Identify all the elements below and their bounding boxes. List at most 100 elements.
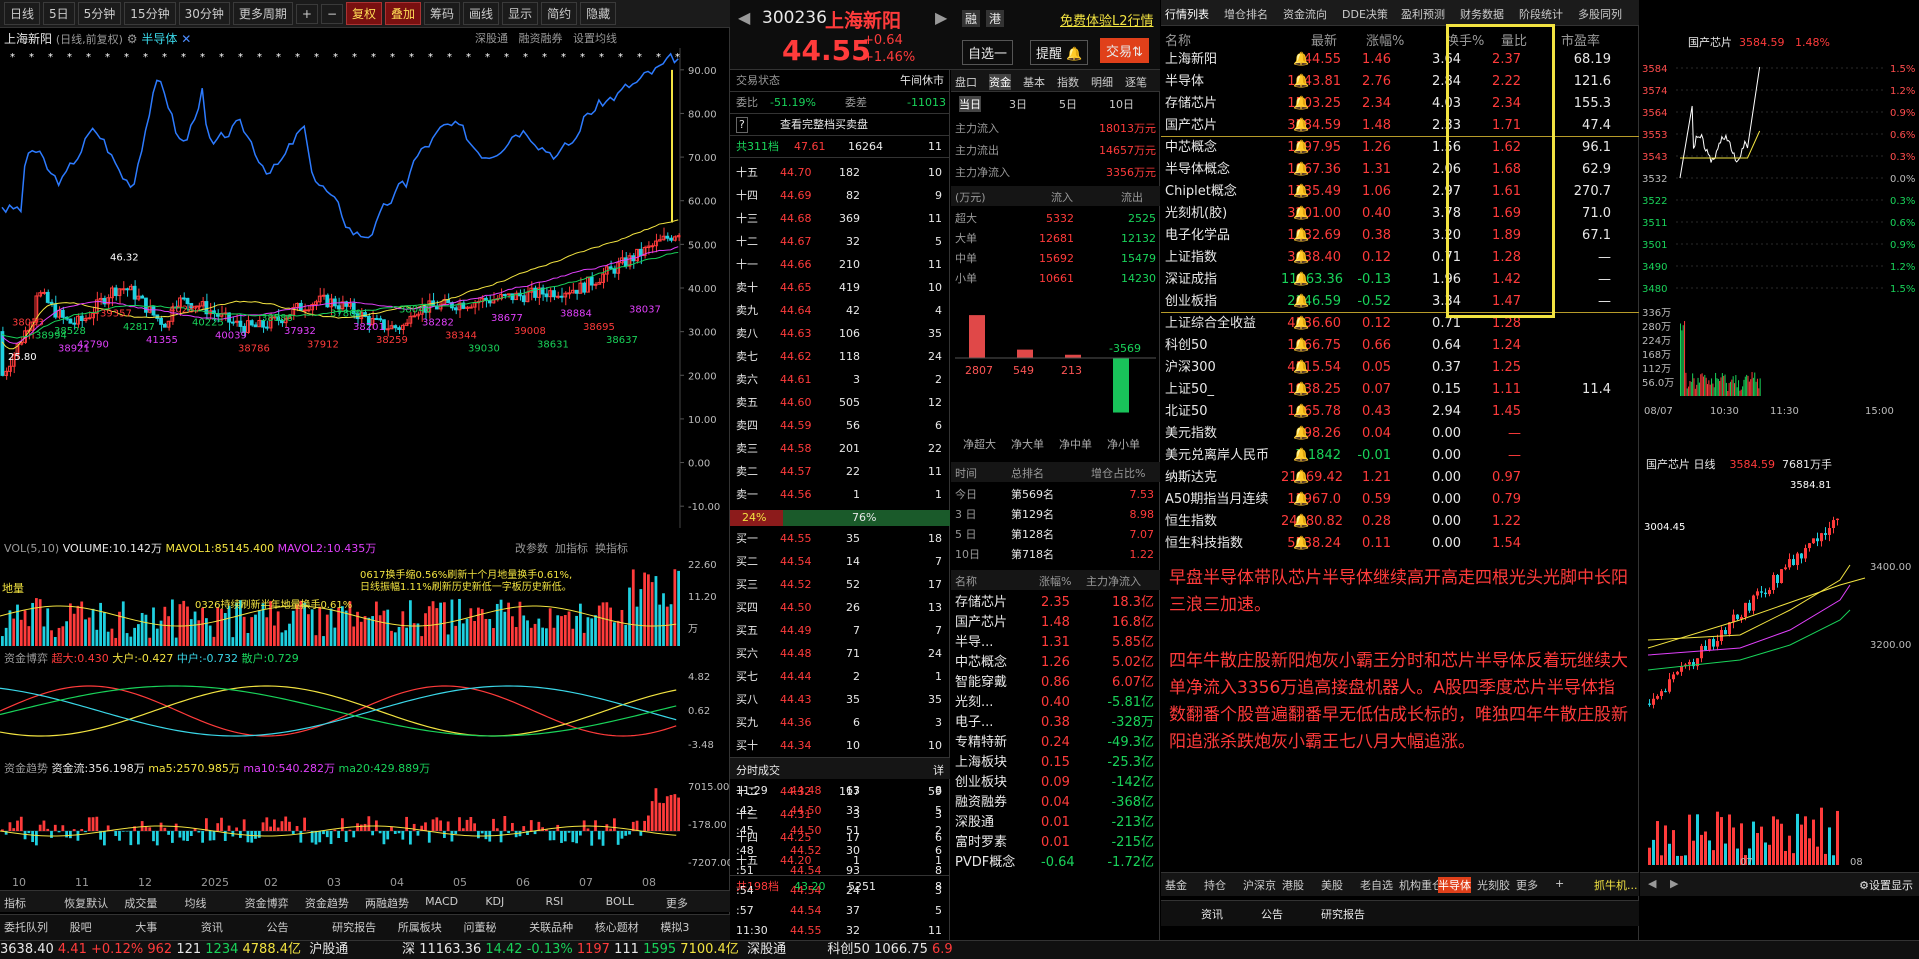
sector-row[interactable]: 电子... 0.38 -328万 [951, 712, 1160, 734]
bell-icon[interactable]: 🔔 [1293, 423, 1309, 445]
quote-group-tab[interactable]: + [1555, 877, 1564, 890]
bell-icon[interactable]: 🔔 [1293, 181, 1309, 203]
bell-icon[interactable]: 🔔 [1293, 225, 1309, 247]
ask-row[interactable]: 卖一 44.56 1 1 [730, 484, 950, 506]
bell-icon[interactable]: 🔔 [1293, 247, 1309, 269]
quote-group-tab[interactable]: 老自选 [1360, 877, 1393, 893]
bell-icon[interactable]: 🔔 [1293, 203, 1309, 225]
scroll-right-icon[interactable]: ▶ [1670, 877, 1678, 890]
bid-row[interactable]: 买六 44.48 71 24 [730, 643, 950, 665]
toolbar-item[interactable]: 画线 [463, 2, 500, 25]
quote-tab[interactable]: 行情列表 [1165, 6, 1209, 22]
quote-row[interactable]: 纳斯达克 21169.42 1.21 0.00 0.97 🔔 [1161, 467, 1639, 489]
bid-row[interactable]: 买四 44.50 26 13 [730, 597, 950, 619]
close-icon[interactable]: ✕ [181, 32, 191, 46]
bell-icon[interactable]: 🔔 [1293, 511, 1309, 533]
gear-icon[interactable]: ⚙ [127, 32, 138, 46]
quote-group-tab[interactable]: 更多 [1516, 877, 1538, 893]
ask-row[interactable]: 卖四 44.59 56 6 [730, 415, 950, 437]
quote-group-tab[interactable]: 抓牛机... [1594, 877, 1638, 893]
bell-icon[interactable]: 🔔 [1293, 49, 1309, 71]
indicator-tab[interactable]: 两融趋势 [365, 895, 409, 911]
panel-tab[interactable]: 指数 [1057, 74, 1079, 90]
quote-row[interactable]: 存储芯片 1503.25 2.34 4.03 2.34 155.3 🔔 [1161, 93, 1639, 115]
quote-col-header[interactable]: 名称 [1165, 30, 1191, 49]
sector-row[interactable]: 半导... 1.31 5.85亿 [951, 632, 1160, 654]
quote-row[interactable]: 恒生科技指数 5538.24 0.11 0.00 1.54 🔔 [1161, 533, 1639, 555]
quote-info-tab[interactable]: 资讯 [1201, 906, 1223, 922]
quote-row[interactable]: 中芯概念 1397.95 1.26 1.56 1.62 96.1 🔔 [1161, 137, 1639, 159]
chart-sector[interactable]: 半导体 [141, 32, 177, 46]
info-tab[interactable]: 所属板块 [398, 919, 442, 935]
toolbar-item[interactable]: 叠加 [385, 2, 422, 25]
info-tab[interactable]: 关联品种 [529, 919, 573, 935]
panel-tab[interactable]: 资金 [989, 74, 1011, 90]
bid-row[interactable]: 买十 44.34 10 10 [730, 735, 950, 757]
ask-row[interactable]: 十三 44.68 369 11 [730, 208, 950, 230]
panel-tab[interactable]: 明细 [1091, 74, 1113, 90]
bid-row[interactable]: 买三 44.52 52 17 [730, 574, 950, 596]
bell-icon[interactable]: 🔔 [1293, 71, 1309, 93]
quote-col-header[interactable]: 市盈率 [1561, 30, 1600, 49]
period-tab[interactable]: 当日 [959, 96, 981, 112]
indicator-tab[interactable]: MACD [425, 895, 458, 908]
indicator-tab[interactable]: 资金趋势 [305, 895, 349, 911]
quote-group-tab[interactable]: 基金 [1165, 877, 1187, 893]
sector-row[interactable]: PVDF概念 -0.64 -1.72亿 [951, 852, 1160, 874]
trades-detail-button[interactable]: 详 [933, 762, 944, 778]
info-tab[interactable]: 公告 [267, 919, 289, 935]
bid-row[interactable]: 买一 44.55 35 18 [730, 528, 950, 550]
ask-row[interactable]: 卖六 44.61 3 2 [730, 369, 950, 391]
prev-stock-icon[interactable]: ◀ [738, 8, 750, 27]
full-book-link[interactable]: 查看完整档买卖盘 [780, 114, 868, 136]
quote-info-tab[interactable]: 公告 [1261, 906, 1283, 922]
bell-icon[interactable]: 🔔 [1293, 357, 1309, 379]
toolbar-item[interactable]: 筹码 [424, 2, 461, 25]
toolbar-item[interactable]: 更多周期 [232, 2, 293, 25]
add-indicator-button[interactable]: 加指标 [555, 542, 588, 555]
ask-row[interactable]: 十四 44.69 82 9 [730, 185, 950, 207]
sector-row[interactable]: 融资融券 0.04 -368亿 [951, 792, 1160, 814]
bell-icon[interactable]: 🔔 [1293, 533, 1309, 555]
sector-row[interactable]: 深股通 0.01 -213亿 [951, 812, 1160, 834]
quote-group-tab[interactable]: 持仓 [1204, 877, 1226, 893]
bell-icon[interactable]: 🔔 [1293, 115, 1309, 137]
trade-button[interactable]: 交易⇅ [1100, 38, 1149, 63]
info-tab[interactable]: 研究报告 [332, 919, 376, 935]
quote-row[interactable]: 美元兑离岸人民币 7.1842 -0.01 0.00— 🔔 [1161, 445, 1639, 467]
quote-row[interactable]: 电子化学品 1832.69 0.38 3.20 1.89 67.1 🔔 [1161, 225, 1639, 247]
bell-icon[interactable]: 🔔 [1293, 445, 1309, 467]
sector-row[interactable]: 智能穿戴 0.86 6.07亿 [951, 672, 1160, 694]
sector-row[interactable]: 光刻... 0.40 -5.81亿 [951, 692, 1160, 714]
toolbar-item[interactable]: − [320, 3, 343, 24]
info-tab[interactable]: 委托队列 [4, 919, 48, 935]
quote-group-tab[interactable]: 半导体 [1438, 877, 1471, 893]
bell-icon[interactable]: 🔔 [1293, 159, 1309, 181]
edit-params-button[interactable]: 改参数 [515, 542, 548, 555]
ask-row[interactable]: 卖五 44.60 505 12 [730, 392, 950, 414]
watchlist-button[interactable]: 自选一 [962, 40, 1014, 65]
quote-row[interactable]: 半导体 1643.81 2.76 2.84 2.22 121.6 🔔 [1161, 71, 1639, 93]
indicator-tab[interactable]: 资金博弈 [245, 895, 289, 911]
sector-row[interactable]: 国产芯片 1.48 16.8亿 [951, 612, 1160, 634]
next-stock-icon[interactable]: ▶ [935, 8, 947, 27]
link-shengutong[interactable]: 深股通 [475, 32, 508, 45]
quote-row[interactable]: 科创50 1066.75 0.66 0.64 1.24 🔔 [1161, 335, 1639, 357]
bid-row[interactable]: 买二 44.54 14 7 [730, 551, 950, 573]
intraday-mini-chart[interactable]: 3584 1.5% 3574 1.2% 3564 0.9% 3553 0.6% 3543 0.3%… [1640, 48, 1919, 448]
period-tab[interactable]: 5日 [1059, 96, 1077, 112]
bell-icon[interactable]: 🔔 [1293, 489, 1309, 511]
panel-tab[interactable]: 盘口 [955, 74, 977, 90]
free-l2-link[interactable]: 免费体验L2行情 [1060, 10, 1154, 29]
quote-row[interactable]: 北证50 1465.78 0.43 2.94 1.45 🔔 [1161, 401, 1639, 423]
bell-icon[interactable]: 🔔 [1293, 269, 1309, 291]
bell-icon[interactable]: 🔔 [1293, 335, 1309, 357]
indicator-tab[interactable]: RSI [546, 895, 564, 908]
ask-row[interactable]: 十一 44.66 210 11 [730, 254, 950, 276]
ask-row[interactable]: 卖九 44.64 42 4 [730, 300, 950, 322]
quote-row[interactable]: 深证成指 11163.36 -0.13 1.96 1.42— 🔔 [1161, 269, 1639, 291]
quote-row[interactable]: 半导体概念 1867.36 1.31 2.06 1.68 62.9 🔔 [1161, 159, 1639, 181]
info-tab[interactable]: 资讯 [201, 919, 223, 935]
indicator-tab[interactable]: 更多 [666, 895, 688, 911]
info-tab[interactable]: 问董秘 [463, 919, 496, 935]
